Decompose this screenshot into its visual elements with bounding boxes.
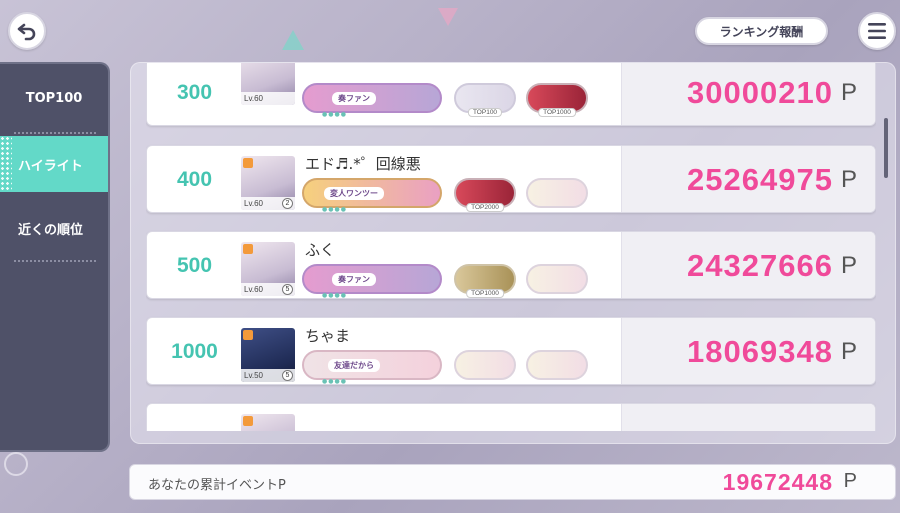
title-badges: 変人ワンツー ●●●● TOP2000 (302, 178, 622, 212)
title-badge-sub (526, 178, 588, 208)
avatar: Lv.60 5 (241, 242, 295, 296)
title-badge-main: 友達だから ●●●● (302, 350, 442, 384)
total-points-value: 19672448 (722, 469, 833, 495)
title-badge-sub: TOP2000 (454, 178, 516, 212)
avatar: Lv.50 5 (241, 328, 295, 382)
sidebar-item-nearby-rank[interactable]: 近くの順位 (0, 200, 108, 256)
title-badge-label: 友達だから (328, 358, 380, 372)
menu-button[interactable] (858, 12, 896, 50)
ranking-reward-label: ランキング報酬 (719, 24, 804, 39)
decor-triangle-pink (438, 8, 458, 26)
ranking-row[interactable]: 500 Lv.60 5 ふく 奏ファン ●●●● TOP1000 2432766… (146, 231, 876, 299)
player-name: ふく (305, 241, 336, 259)
points-unit: P (840, 338, 857, 365)
hamburger-menu-icon (868, 23, 886, 39)
my-total-points-bar: あなたの累計イベントP 19672448 P (129, 464, 896, 500)
title-badge-main: 奏ファン ●●●● (302, 83, 442, 118)
title-badge-label: 奏ファン (332, 91, 376, 105)
player-name: エド♬.*゜回線悪 (305, 155, 421, 173)
title-badge-sub: TOP1000 (526, 83, 588, 117)
rank-number: 400 (176, 168, 213, 191)
favorite-badge-icon (243, 416, 253, 426)
rank-number: 300 (176, 81, 213, 104)
rank-number: 500 (176, 254, 213, 277)
title-badge-stars: ●●●● (322, 206, 347, 213)
favorite-badge-icon (243, 330, 253, 340)
ranking-row[interactable] (146, 403, 876, 431)
title-badge-tag: TOP2000 (466, 203, 504, 212)
sidebar-item-label: TOP100 (25, 90, 83, 106)
sidebar-divider (14, 132, 96, 134)
title-badge-label: 変人ワンツー (324, 186, 384, 200)
title-badges: 友達だから ●●●● (302, 350, 622, 384)
points-unit: P (840, 252, 857, 279)
title-badges: 奏ファン ●●●● TOP100 TOP1000 (302, 83, 622, 118)
title-badge-stars: ●●●● (322, 111, 347, 118)
avatar: Lv.60 2 (241, 156, 295, 210)
title-badge-tag: TOP1000 (538, 108, 576, 117)
title-badge-sub (526, 264, 588, 294)
avatar: Lv.60 (241, 63, 295, 105)
event-points: 30000210 (687, 75, 833, 110)
ranking-row[interactable]: 400 Lv.60 2 エド♬.*゜回線悪 変人ワンツー ●●●● TOP200… (146, 145, 876, 213)
title-badge-label: 奏ファン (332, 272, 376, 286)
event-points: 18069348 (687, 334, 833, 369)
title-badge-sub (526, 350, 588, 380)
master-rank-badge: 5 (282, 370, 293, 381)
favorite-badge-icon (243, 158, 253, 168)
ranking-list-panel[interactable]: 300 Lv.60 奏ファン ●●●● TOP100 TOP1000 30000… (130, 62, 896, 444)
player-name: ちゃま (305, 327, 351, 345)
title-badge-main: 奏ファン ●●●● (302, 264, 442, 298)
event-points: 25264975 (687, 162, 833, 197)
title-badges: 奏ファン ●●●● TOP1000 (302, 264, 622, 298)
points-unit: P (840, 79, 857, 106)
ranking-sidebar: TOP100 ハイライト 近くの順位 (0, 62, 110, 452)
title-badge-sub: TOP100 (454, 83, 516, 117)
sidebar-item-label: ハイライト (18, 158, 83, 174)
decor-triangle-teal (282, 30, 304, 50)
score-area: 18069348 P (621, 318, 875, 384)
ranking-rows: 300 Lv.60 奏ファン ●●●● TOP100 TOP1000 30000… (146, 63, 876, 431)
title-badge-stars: ●●●● (322, 378, 347, 385)
score-area: 30000210 P (621, 63, 875, 125)
master-rank-badge: 5 (282, 284, 293, 295)
title-badge-sub: TOP1000 (454, 264, 516, 298)
sidebar-item-top100[interactable]: TOP100 (0, 70, 108, 126)
player-level: Lv.60 (241, 92, 295, 105)
score-area: 25264975 P (621, 146, 875, 212)
list-scrollbar[interactable] (884, 118, 888, 178)
score-area (621, 404, 875, 431)
points-unit: P (840, 166, 857, 193)
rank-number (147, 404, 242, 431)
master-rank-badge: 2 (282, 198, 293, 209)
title-badge-main: 変人ワンツー ●●●● (302, 178, 442, 212)
rank-number: 1000 (171, 340, 218, 363)
decor-circle (4, 452, 28, 476)
ranking-row[interactable]: 300 Lv.60 奏ファン ●●●● TOP100 TOP1000 30000… (146, 63, 876, 126)
favorite-badge-icon (243, 244, 253, 254)
event-points: 24327666 (687, 248, 833, 283)
total-points-label: あなたの累計イベントP (148, 478, 286, 493)
title-badge-tag: TOP1000 (466, 289, 504, 298)
total-points-unit: P (843, 470, 857, 492)
sidebar-item-label: 近くの順位 (18, 222, 84, 238)
sidebar-divider (14, 260, 96, 262)
sidebar-item-highlight[interactable]: ハイライト (0, 136, 108, 192)
score-area: 24327666 P (621, 232, 875, 298)
back-button[interactable] (8, 12, 46, 50)
ranking-row[interactable]: 1000 Lv.50 5 ちゃま 友達だから ●●●● 18069348 P (146, 317, 876, 385)
title-badge-sub (454, 350, 516, 380)
title-badge-stars: ●●●● (322, 292, 347, 299)
ranking-reward-button[interactable]: ランキング報酬 (695, 17, 828, 45)
avatar (241, 414, 295, 431)
back-arrow-icon (17, 23, 36, 41)
title-badge-tag: TOP100 (467, 108, 503, 117)
